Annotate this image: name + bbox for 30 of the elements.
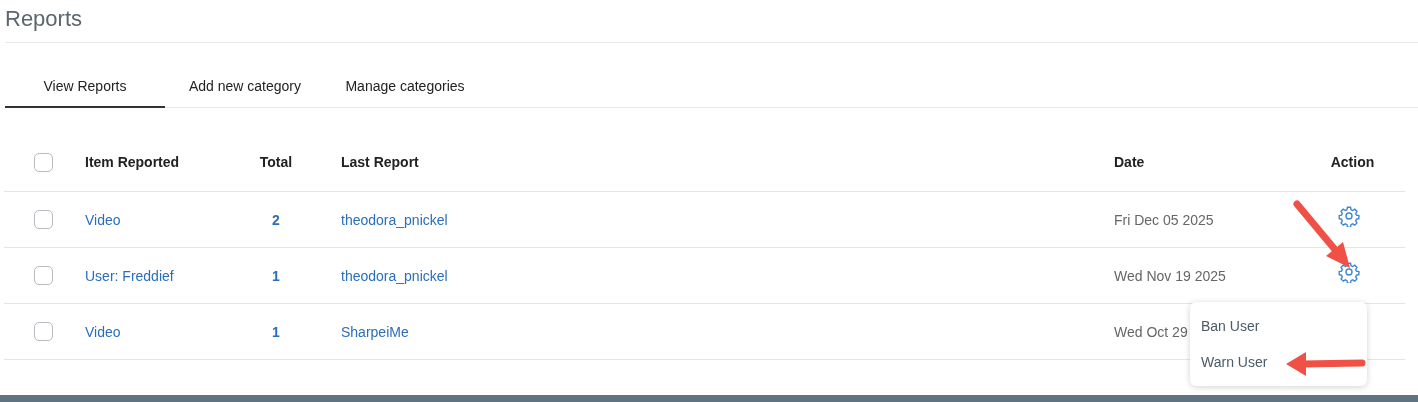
row-checkbox[interactable]	[34, 322, 53, 341]
date-text: Fri Dec 05 2025	[1114, 211, 1214, 228]
tab[interactable]: Manage categories	[325, 69, 485, 108]
user-link[interactable]: theodora_pnickel	[341, 267, 448, 284]
item-link[interactable]: Video	[85, 323, 121, 340]
item-link[interactable]: User: Freddief	[85, 267, 174, 284]
date-text: Wed Oct 29	[1114, 323, 1188, 340]
total-count[interactable]: 2	[272, 211, 280, 228]
select-all-checkbox[interactable]	[34, 152, 53, 172]
menu-item[interactable]: Warn User	[1190, 344, 1367, 380]
menu-item[interactable]: Ban User	[1190, 308, 1367, 344]
date-text: Wed Nov 19 2025	[1114, 267, 1226, 284]
column-header: Total	[259, 154, 293, 170]
page-title: Reports	[4, 5, 84, 33]
user-link[interactable]: theodora_pnickel	[341, 211, 448, 228]
tab[interactable]: View Reports	[5, 69, 165, 108]
row-checkbox[interactable]	[34, 266, 53, 285]
total-count[interactable]: 1	[272, 267, 280, 284]
settings-icon[interactable]	[1337, 204, 1360, 227]
column-header: Date	[1114, 154, 1145, 170]
annotation-arrow	[1293, 200, 1350, 268]
column-header: Last Report	[341, 154, 419, 170]
tab[interactable]: Add new category	[165, 69, 325, 108]
item-link[interactable]: Video	[85, 211, 121, 228]
row-checkbox[interactable]	[34, 210, 53, 229]
total-count[interactable]: 1	[272, 323, 280, 340]
user-link[interactable]: SharpeiMe	[341, 323, 409, 340]
column-header: Action	[1330, 154, 1375, 170]
column-header: Item Reported	[85, 154, 180, 170]
settings-icon[interactable]	[1337, 260, 1360, 283]
